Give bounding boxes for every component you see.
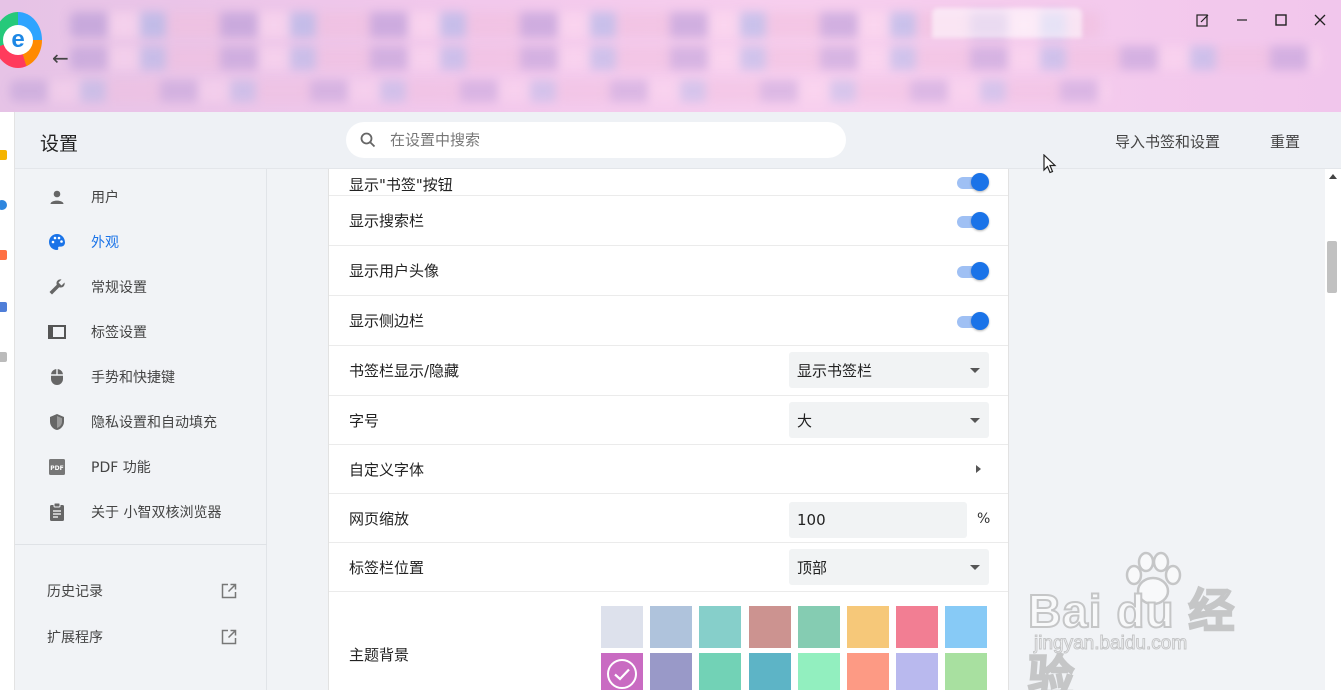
show-avatar-toggle[interactable] (957, 260, 989, 282)
setting-row-show-search-bar: 显示搜索栏 (329, 196, 1008, 246)
theme-swatch[interactable] (797, 653, 840, 690)
theme-swatch[interactable] (945, 653, 988, 690)
wrench-icon (47, 277, 67, 297)
zoom-percent-unit: % (977, 511, 991, 527)
blurred-bookmarks-bar (10, 80, 1110, 102)
watermark-url: jingyan.baidu.com (1033, 633, 1188, 655)
scroll-up-icon[interactable] (1329, 174, 1337, 179)
sidebar-item-user[interactable]: 用户 (15, 177, 267, 217)
search-box[interactable] (346, 122, 846, 158)
browser-logo-icon[interactable]: e (0, 12, 42, 68)
setting-row-show-avatar: 显示用户头像 (329, 246, 1008, 296)
maximize-icon[interactable] (1268, 8, 1294, 32)
show-search-bar-toggle[interactable] (957, 210, 989, 232)
setting-row-bookmark-bar: 书签栏显示/隐藏 显示书签栏 (329, 346, 1008, 396)
sidebar-item-appearance[interactable]: 外观 (15, 222, 267, 262)
theme-swatch[interactable] (847, 653, 889, 690)
search-input[interactable] (390, 131, 790, 149)
chevron-down-icon (970, 368, 980, 373)
close-icon[interactable] (1307, 8, 1333, 32)
show-sidebar-toggle[interactable] (957, 310, 989, 332)
back-arrow-icon[interactable]: ← (52, 46, 69, 70)
sidebar-item-gestures[interactable]: 手势和快捷键 (15, 357, 267, 397)
tab-icon (47, 322, 67, 342)
appearance-settings-card: 显示"书签"按钮 显示搜索栏 显示用户头像 显示侧边栏 书签栏显示/隐藏 显示书… (328, 169, 1009, 690)
sidebar-divider (15, 544, 267, 545)
calendar-icon[interactable] (0, 302, 7, 312)
setting-row-custom-font[interactable]: 自定义字体 (329, 445, 1008, 494)
theme-swatch[interactable] (699, 606, 742, 648)
mouse-cursor-icon (1043, 154, 1057, 174)
globe-icon[interactable] (0, 200, 7, 210)
document-icon[interactable] (0, 352, 7, 362)
star-icon[interactable] (0, 150, 7, 160)
chevron-down-icon (970, 565, 980, 570)
palette-icon (47, 232, 67, 252)
bookmark-bar-select[interactable]: 显示书签栏 (789, 352, 989, 388)
scroll-thumb[interactable] (1327, 241, 1337, 293)
search-icon (360, 132, 376, 148)
rss-icon[interactable] (0, 250, 7, 260)
chevron-right-icon (976, 465, 981, 473)
page-title: 设置 (40, 133, 79, 155)
theme-swatch[interactable] (601, 606, 643, 648)
sidebar-item-general[interactable]: 常规设置 (15, 267, 267, 307)
note-icon[interactable] (1190, 8, 1216, 32)
person-icon (47, 187, 67, 207)
blurred-address-bar (70, 46, 1320, 70)
setting-row-tab-position: 标签栏位置 顶部 (329, 543, 1008, 592)
active-tab[interactable] (932, 8, 1082, 38)
theme-swatch[interactable] (797, 606, 840, 648)
theme-swatch[interactable] (601, 653, 643, 690)
theme-swatch[interactable] (896, 606, 939, 648)
theme-swatch[interactable] (847, 606, 889, 648)
sidebar-item-tabs[interactable]: 标签设置 (15, 312, 267, 352)
theme-swatch[interactable] (896, 653, 939, 690)
sidebar-link-history[interactable]: 历史记录 (47, 581, 237, 601)
settings-sidebar: 用户 外观 常规设置 标签设置 手势和快捷键 隐私设置和自动填充 PDF PDF… (15, 169, 267, 690)
tab-position-select[interactable]: 顶部 (789, 549, 989, 585)
external-link-icon (221, 629, 237, 645)
side-panel-strip (0, 112, 15, 690)
show-bookmark-button-toggle[interactable] (957, 171, 989, 193)
external-link-icon (221, 583, 237, 599)
import-bookmarks-link[interactable]: 导入书签和设置 (1115, 131, 1220, 152)
setting-row-show-bookmark-button: 显示"书签"按钮 (329, 169, 1008, 196)
baidu-jingyan-watermark: Bai du 经验 jingyan.baidu.com (1027, 545, 1278, 690)
browser-chrome: e ← (0, 0, 1341, 112)
shield-icon (47, 412, 67, 432)
setting-row-show-sidebar: 显示侧边栏 (329, 296, 1008, 346)
theme-swatch[interactable] (748, 653, 791, 690)
chevron-down-icon (970, 418, 980, 423)
settings-header: 设置 导入书签和设置 重置 (15, 112, 1341, 169)
minimize-icon[interactable] (1229, 8, 1255, 32)
theme-swatch[interactable] (650, 606, 693, 648)
scrollbar[interactable] (1325, 169, 1341, 690)
reset-link[interactable]: 重置 (1270, 131, 1300, 152)
page-zoom-input[interactable] (789, 502, 967, 538)
check-circle-icon (607, 659, 637, 689)
sidebar-item-about[interactable]: 关于 小智双核浏览器 (15, 492, 267, 532)
svg-text:PDF: PDF (50, 465, 63, 472)
theme-swatch[interactable] (699, 653, 742, 690)
mouse-icon (47, 367, 67, 387)
sidebar-item-pdf[interactable]: PDF PDF 功能 (15, 447, 267, 487)
font-size-select[interactable]: 大 (789, 402, 989, 438)
sidebar-link-extensions[interactable]: 扩展程序 (47, 627, 237, 647)
pdf-icon: PDF (47, 457, 67, 477)
clipboard-icon (47, 502, 67, 522)
theme-swatch[interactable] (748, 606, 791, 648)
setting-row-font-size: 字号 大 (329, 396, 1008, 445)
sidebar-item-privacy[interactable]: 隐私设置和自动填充 (15, 402, 267, 442)
theme-swatch[interactable] (945, 606, 988, 648)
theme-swatch[interactable] (650, 653, 693, 690)
setting-row-page-zoom: 网页缩放 % (329, 494, 1008, 543)
